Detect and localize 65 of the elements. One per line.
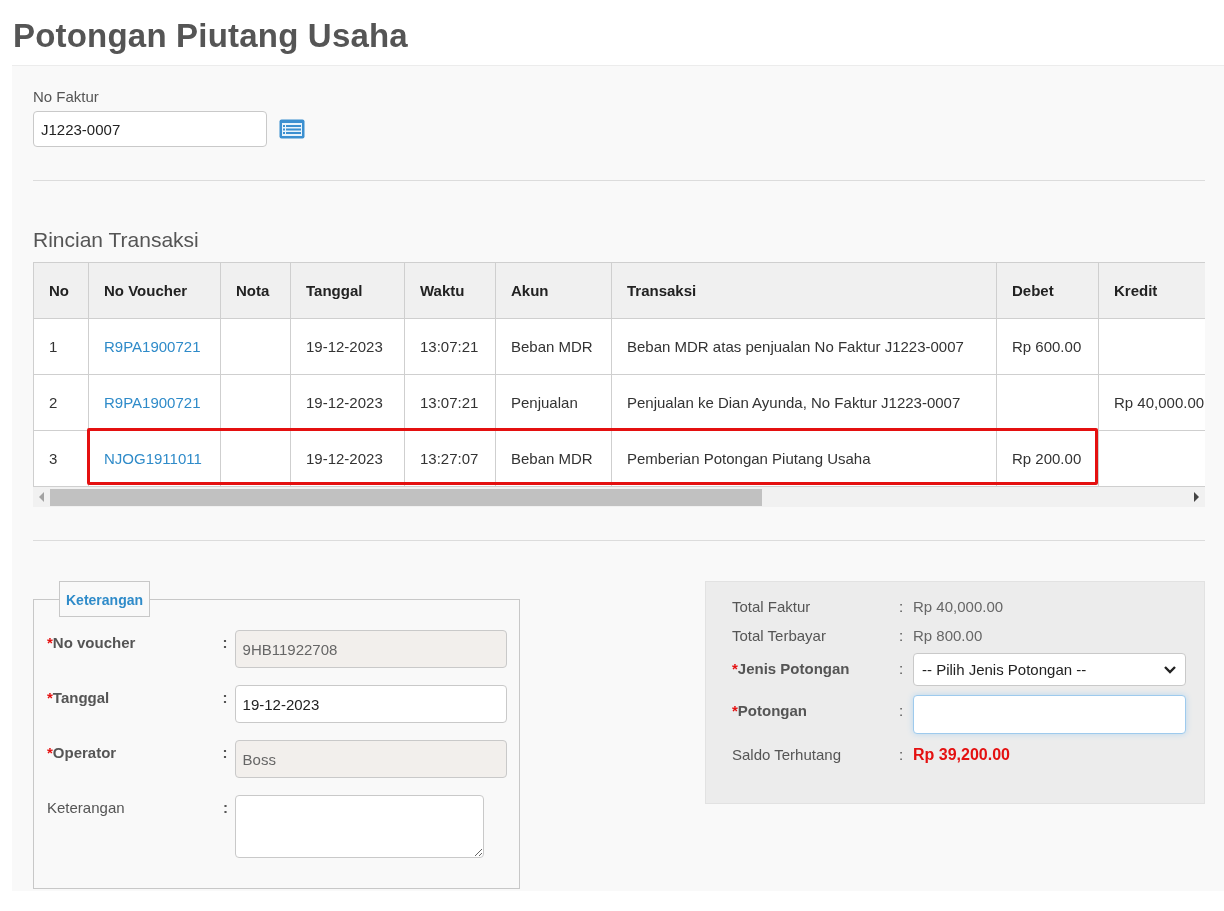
- invoice-number-field[interactable]: J1223-0007: [33, 111, 267, 147]
- field-label: *No voucher: [47, 633, 137, 651]
- table-cell: Penjualan: [511, 394, 578, 411]
- chevron-down-icon: [1163, 664, 1177, 675]
- page-title: Potongan Piutang Usaha: [12, 16, 409, 56]
- table-cell: Pemberian Potongan Piutang Usaha: [627, 450, 871, 467]
- column-header: Nota: [220, 262, 291, 319]
- table-cell: 2: [49, 394, 58, 411]
- field-label: Saldo Terhutang: [732, 746, 842, 763]
- scrollbar-thumb[interactable]: [50, 488, 762, 506]
- colon-separator: :: [222, 688, 229, 706]
- colon-separator: :: [223, 798, 229, 816]
- colon-separator: :: [222, 633, 229, 651]
- readonly-field: Boss: [234, 740, 507, 778]
- column-header: Debet: [996, 262, 1099, 319]
- table-cell: 13:07:21: [420, 338, 479, 355]
- table-cell: 13:07:21: [420, 394, 479, 411]
- table-cell: Penjualan ke Dian Ayunda, No Faktur J1223-0007: [627, 394, 961, 411]
- field-label: Total Terbayar: [732, 627, 827, 644]
- table-cell: Beban MDR: [511, 450, 593, 467]
- column-header: Waktu: [404, 262, 496, 319]
- readonly-field: 9HB11922708: [234, 630, 507, 668]
- field-label: No Faktur: [33, 88, 100, 105]
- amount-value: Rp 40,000.00: [913, 598, 1004, 615]
- scroll-right-icon[interactable]: [1194, 492, 1199, 502]
- balance-amount: Rp 39,200.00: [913, 746, 1010, 764]
- table-cell: Beban MDR: [511, 338, 593, 355]
- table-cell: 1: [49, 338, 58, 355]
- fieldset-legend: Keterangan: [59, 581, 151, 617]
- section-title: Rincian Transaksi: [33, 228, 200, 252]
- amount-value: Rp 800.00: [913, 627, 983, 644]
- table-cell: Beban MDR atas penjualan No Faktur J1223-0007: [627, 338, 964, 355]
- discount-field[interactable]: [913, 695, 1186, 734]
- colon-separator: :: [899, 659, 905, 677]
- colon-separator: :: [222, 743, 229, 761]
- list-icon[interactable]: [279, 119, 305, 139]
- horizontal-scrollbar[interactable]: [33, 487, 1205, 507]
- colon-separator: :: [899, 598, 905, 615]
- column-header: Kredit: [1098, 262, 1205, 319]
- field-label: Keterangan: [47, 798, 126, 816]
- scroll-left-icon[interactable]: [39, 492, 44, 502]
- type-dropdown[interactable]: -- Pilih Jenis Potongan --: [913, 653, 1186, 686]
- table-cell: 3: [49, 450, 58, 467]
- table-cell: 19-12-2023: [306, 450, 383, 467]
- field-label: *Tanggal: [47, 688, 111, 706]
- table-cell: 13:27:07: [420, 450, 479, 467]
- field-label: *Operator: [47, 743, 118, 761]
- table-cell: Rp 40,000.00: [1114, 394, 1205, 411]
- date-field[interactable]: 19-12-2023: [234, 685, 507, 723]
- table-cell: Rp 200.00: [1012, 450, 1082, 467]
- colon-separator: :: [899, 746, 905, 763]
- column-header: No: [33, 262, 89, 319]
- table-cell: Rp 600.00: [1012, 338, 1082, 355]
- column-header: No Voucher: [88, 262, 221, 319]
- table-cell: 19-12-2023: [306, 394, 383, 411]
- field-label: *Jenis Potongan: [732, 659, 851, 677]
- column-header: Transaksi: [611, 262, 997, 319]
- colon-separator: :: [899, 627, 905, 644]
- column-header: Tanggal: [290, 262, 405, 319]
- field-label: *Potongan: [732, 701, 808, 719]
- colon-separator: :: [899, 701, 905, 719]
- field-label: Total Faktur: [732, 598, 812, 615]
- table-cell: 19-12-2023: [306, 338, 383, 355]
- notes-textarea[interactable]: [235, 795, 484, 858]
- column-header: Akun: [495, 262, 612, 319]
